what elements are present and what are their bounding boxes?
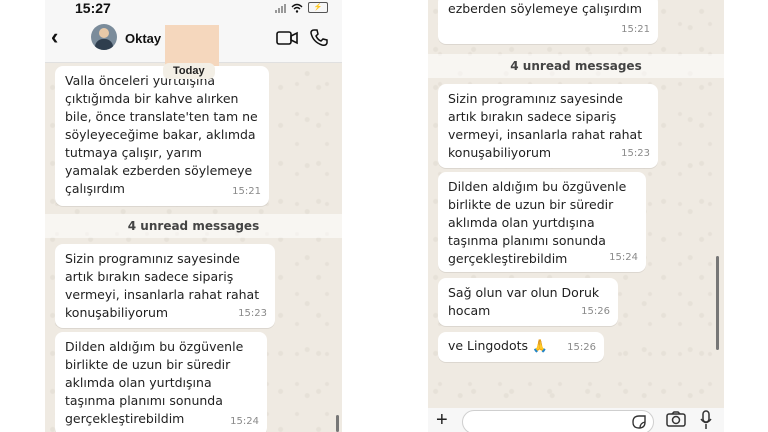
message-text: Dilden aldığım bu özgüvenle birlikte de … bbox=[65, 339, 244, 426]
avatar[interactable] bbox=[91, 24, 117, 50]
message-time: 15:21 bbox=[232, 186, 261, 197]
date-chip: Today bbox=[163, 63, 215, 79]
message-bubble[interactable]: ve Lingodots 🙏 15:26 bbox=[438, 332, 604, 362]
wifi-icon bbox=[291, 3, 303, 13]
message-text: Dilden aldığım bu özgüvenle birlikte de … bbox=[448, 179, 627, 266]
message-time: 15:23 bbox=[621, 148, 650, 159]
message-bubble[interactable]: ezberden söylemeye çalışırdım 15:21 bbox=[438, 0, 658, 44]
left-screenshot: 15:27 ⚡ ‹ Oktay Today Valla önceleri yur… bbox=[45, 0, 342, 432]
message-text: Sizin programınız sayesinde artık bırakı… bbox=[65, 251, 260, 320]
message-text: ezberden söylemeye çalışırdım bbox=[448, 1, 642, 16]
microphone-icon[interactable] bbox=[700, 410, 712, 430]
message-time: 15:26 bbox=[567, 342, 596, 353]
right-screenshot: ezberden söylemeye çalışırdım 15:21 4 un… bbox=[428, 0, 724, 432]
unread-divider: 4 unread messages bbox=[45, 214, 342, 238]
message-input-bar: + bbox=[428, 408, 724, 432]
battery-icon: ⚡ bbox=[308, 2, 328, 13]
message-time: 15:23 bbox=[238, 308, 267, 319]
sticker-icon[interactable] bbox=[631, 414, 647, 430]
signal-icon bbox=[275, 3, 286, 13]
chat-header: ‹ Oktay bbox=[45, 16, 342, 69]
status-time: 15:27 bbox=[75, 0, 111, 16]
scrollbar[interactable] bbox=[716, 256, 719, 350]
message-time: 15:21 bbox=[621, 24, 650, 35]
scrollbar[interactable] bbox=[336, 415, 339, 432]
unread-divider: 4 unread messages bbox=[428, 54, 724, 78]
phone-icon[interactable] bbox=[310, 29, 328, 47]
system-icons: ⚡ bbox=[275, 2, 328, 13]
message-bubble[interactable]: Sağ olun var olun Doruk hocam 15:26 bbox=[438, 278, 618, 326]
message-time: 15:24 bbox=[230, 416, 259, 427]
message-text: Sizin programınız sayesinde artık bırakı… bbox=[448, 91, 643, 160]
message-time: 15:24 bbox=[609, 252, 638, 263]
message-bubble[interactable]: Dilden aldığım bu özgüvenle birlikte de … bbox=[55, 332, 267, 432]
chevron-left-icon[interactable]: ‹ bbox=[51, 24, 58, 50]
message-bubble[interactable]: Sizin programınız sayesinde artık bırakı… bbox=[55, 244, 275, 328]
message-text: Valla önceleri yurtdışına çıktığımda bir… bbox=[65, 73, 258, 196]
video-call-icon[interactable] bbox=[276, 31, 298, 45]
message-time: 15:26 bbox=[581, 306, 610, 317]
message-input[interactable] bbox=[462, 410, 654, 432]
message-bubble[interactable]: Sizin programınız sayesinde artık bırakı… bbox=[438, 84, 658, 168]
contact-name[interactable]: Oktay bbox=[125, 31, 161, 46]
message-bubble[interactable]: Dilden aldığım bu özgüvenle birlikte de … bbox=[438, 172, 646, 272]
message-bubble[interactable]: Valla önceleri yurtdışına çıktığımda bir… bbox=[55, 66, 269, 206]
camera-icon[interactable] bbox=[666, 411, 686, 427]
plus-icon[interactable]: + bbox=[436, 409, 448, 432]
status-bar: 15:27 ⚡ bbox=[45, 0, 342, 16]
